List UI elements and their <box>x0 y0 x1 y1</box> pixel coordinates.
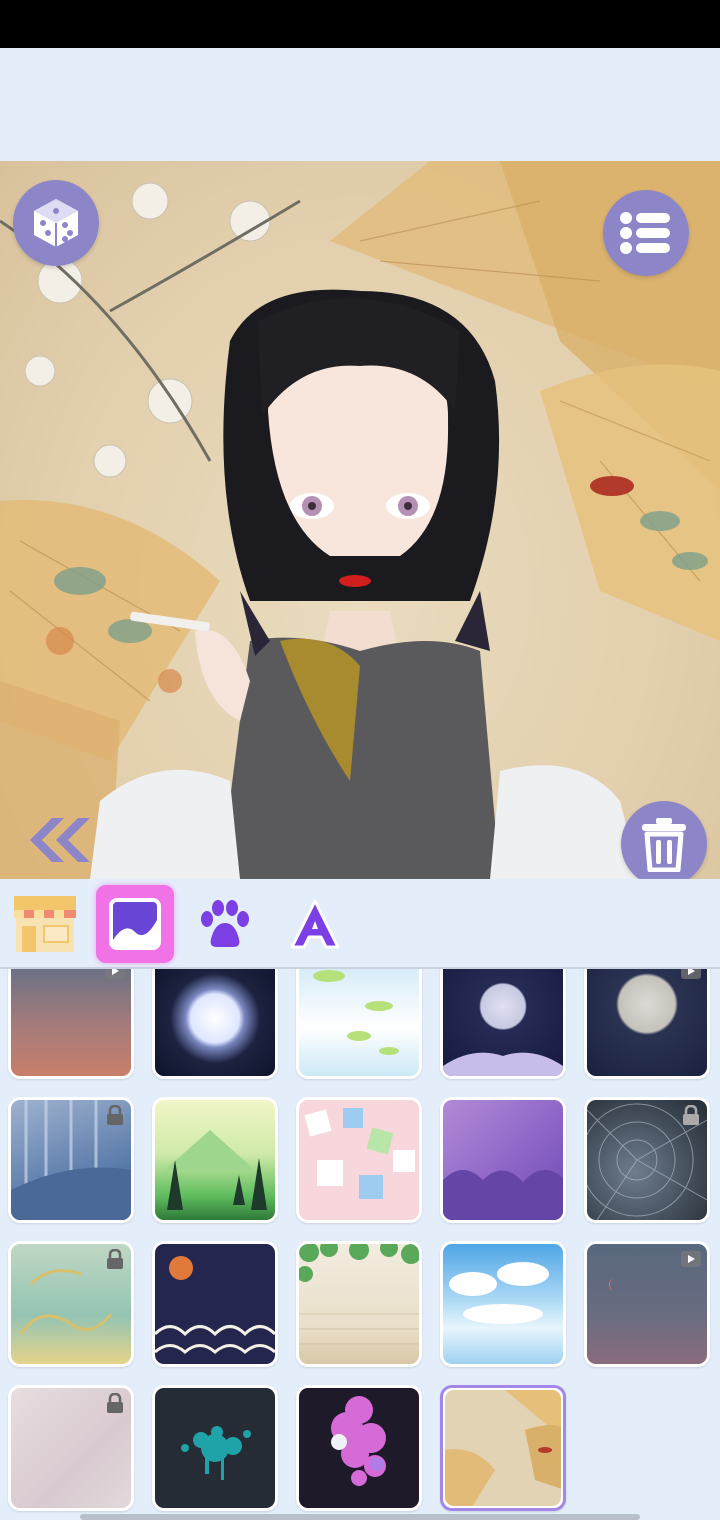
lock-icon <box>107 1393 123 1413</box>
trash-icon <box>642 818 686 872</box>
horizontal-scrollbar[interactable] <box>80 1514 640 1520</box>
background-tile-green-mountain[interactable] <box>152 1097 278 1223</box>
background-tile-dusk-sky[interactable] <box>8 969 134 1079</box>
background-tile-jade-waves[interactable] <box>8 1241 134 1367</box>
background-tile-sky-clouds[interactable] <box>440 1241 566 1367</box>
background-tile-grey-moon[interactable] <box>584 969 710 1079</box>
menu-list-button[interactable] <box>603 190 689 276</box>
video-icon <box>105 969 125 979</box>
background-tile-paper-fans[interactable] <box>440 1385 566 1511</box>
dice-icon <box>34 199 78 247</box>
top-spacer <box>0 48 720 161</box>
random-dice-button[interactable] <box>13 180 99 266</box>
character-canvas <box>0 161 720 879</box>
shop-icon <box>14 896 76 952</box>
tab-shop[interactable] <box>6 885 84 963</box>
background-grid <box>0 969 720 1520</box>
list-menu-icon <box>620 212 670 254</box>
background-tile-vine-wall[interactable] <box>296 1241 422 1367</box>
tab-text[interactable] <box>276 885 354 963</box>
background-tile-pink-dice[interactable] <box>296 1097 422 1223</box>
letter-a-icon <box>290 899 340 949</box>
background-tile-lily-pads[interactable] <box>296 969 422 1079</box>
lock-icon <box>107 1249 123 1269</box>
category-toolbar <box>0 879 720 969</box>
tab-background[interactable] <box>96 885 174 963</box>
tab-pet[interactable] <box>186 885 264 963</box>
background-tile-teal-splatter[interactable] <box>152 1385 278 1511</box>
background-tile-full-moon[interactable] <box>152 969 278 1079</box>
paper-fans-background <box>0 161 720 879</box>
delete-button[interactable] <box>621 801 707 887</box>
background-tile-pale-pattern[interactable] <box>8 1385 134 1511</box>
lock-icon <box>107 1105 123 1125</box>
background-tile-spider-web[interactable] <box>584 1097 710 1223</box>
background-tile-purple-clouds[interactable] <box>440 1097 566 1223</box>
video-icon <box>681 1251 701 1267</box>
background-tile-pink-bubbles[interactable] <box>296 1385 422 1511</box>
background-tile-crescent-dusk[interactable] <box>584 1241 710 1367</box>
paw-icon <box>201 900 249 947</box>
background-tile-night-waves[interactable] <box>152 1241 278 1367</box>
background-tile-blue-forest[interactable] <box>8 1097 134 1223</box>
video-icon <box>681 969 701 979</box>
lock-icon <box>683 1105 699 1125</box>
double-chevron-left-icon <box>30 818 90 862</box>
background-image-icon <box>109 898 161 950</box>
background-tile-moon-night[interactable] <box>440 969 566 1079</box>
status-bar <box>0 0 720 48</box>
collapse-button[interactable] <box>22 812 92 868</box>
